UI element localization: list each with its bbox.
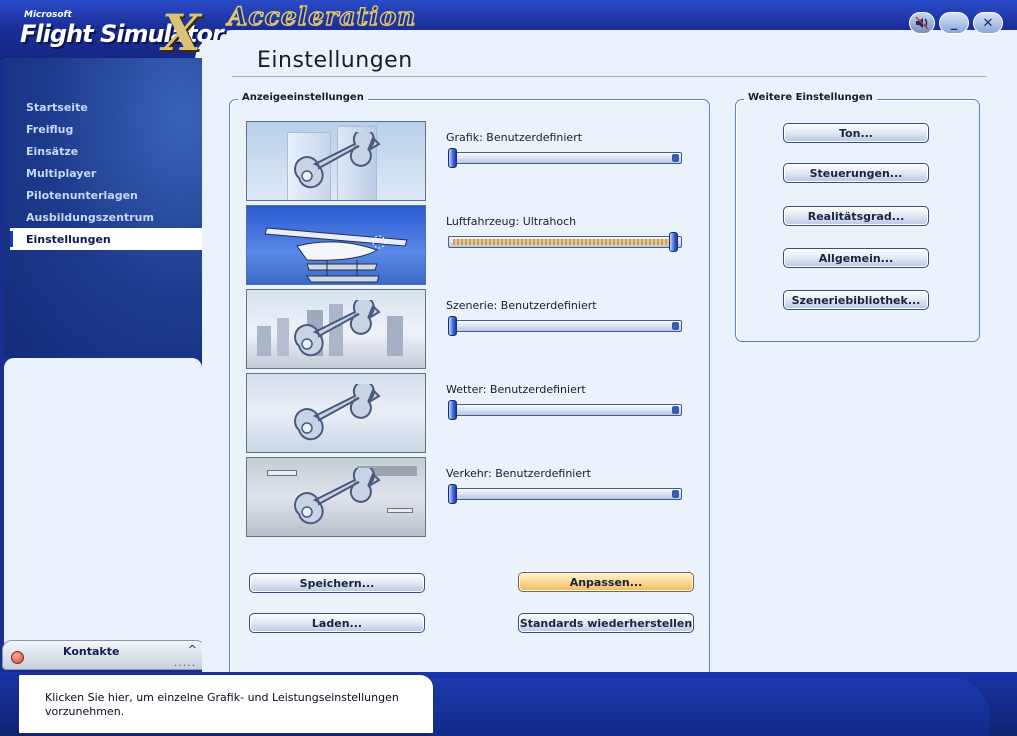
seaplane-icon [264, 227, 408, 283]
contacts-label: Kontakte [63, 645, 120, 658]
sidebar-item-freiflug[interactable]: Freiflug [4, 118, 202, 140]
slider-thumb[interactable] [669, 232, 678, 252]
sidebar-item-startseite[interactable]: Startseite [4, 96, 202, 118]
sidebar-item-multiplayer[interactable]: Multiplayer [4, 162, 202, 184]
app-logo: Microsoft Flight Simulator X [12, 3, 224, 62]
slider-end-marker [672, 490, 679, 498]
more-settings-legend: Weitere Einstellungen [744, 92, 877, 103]
slider-fill [453, 239, 672, 245]
window-controls: _ ✕ [909, 10, 1003, 36]
wrench-icon [294, 132, 381, 189]
sidebar-item-einstellungen[interactable]: Einstellungen [10, 228, 202, 250]
traffic-thumbnail [246, 457, 426, 537]
display-settings-legend: Anzeigeeinstellungen [238, 92, 368, 103]
slider-end-marker [672, 322, 679, 330]
aircraft-thumbnail [246, 205, 426, 285]
load-button[interactable]: Laden... [249, 613, 425, 633]
page-title: Einstellungen [257, 48, 413, 73]
scenery-slider[interactable] [448, 316, 682, 336]
edition-title: Acceleration [227, 1, 417, 32]
minimize-button[interactable]: _ [939, 12, 969, 34]
slider-end-marker [672, 154, 679, 162]
graphics-thumbnail [246, 121, 426, 201]
resize-grip-icon[interactable]: ..... [173, 659, 196, 669]
display-settings-group: Anzeigeeinstellungen Grafik: Benutzerdef… [229, 92, 710, 689]
logo-microsoft: Microsoft [24, 10, 72, 20]
status-indicator-icon [11, 651, 24, 664]
logo-x: X [162, 3, 201, 62]
close-button[interactable]: ✕ [973, 12, 1003, 34]
sidebar-nav: Startseite Freiflug Einsätze Multiplayer… [4, 96, 202, 250]
graphics-slider-label: Grafik: Benutzerdefiniert [446, 131, 583, 144]
weather-slider-label: Wetter: Benutzerdefiniert [446, 383, 586, 396]
bottom-bar-curve [430, 678, 990, 736]
slider-thumb[interactable] [448, 484, 457, 504]
sidebar-item-einsaetze[interactable]: Einsätze [4, 140, 202, 162]
slider-thumb[interactable] [448, 316, 457, 336]
save-button[interactable]: Speichern... [249, 573, 425, 593]
aircraft-slider-label: Luftfahrzeug: Ultrahoch [446, 215, 577, 228]
chevron-up-icon[interactable]: ^ [188, 643, 197, 656]
general-button[interactable]: Allgemein... [783, 248, 929, 268]
help-tip: Klicken Sie hier, um einzelne Grafik- un… [18, 674, 434, 734]
restore-defaults-button[interactable]: Standards wiederherstellen [518, 613, 694, 633]
title-divider [232, 76, 987, 77]
weather-thumbnail [246, 373, 426, 453]
traffic-slider-label: Verkehr: Benutzerdefiniert [446, 467, 591, 480]
more-settings-group: Weitere Einstellungen Ton... Steuerungen… [735, 92, 980, 342]
sidebar-item-ausbildungszentrum[interactable]: Ausbildungszentrum [4, 206, 202, 228]
controls-button[interactable]: Steuerungen... [783, 163, 929, 183]
slider-end-marker [672, 406, 679, 414]
slider-thumb[interactable] [448, 400, 457, 420]
sidebar-item-pilotenunterlagen[interactable]: Pilotenunterlagen [4, 184, 202, 206]
graphics-slider[interactable] [448, 148, 682, 168]
scenery-library-button[interactable]: Szeneriebibliothek... [783, 290, 929, 310]
sidebar-lower-panel [4, 358, 202, 658]
scenery-slider-label: Szenerie: Benutzerdefiniert [446, 299, 597, 312]
main-panel: Einstellungen Anzeigeeinstellungen Grafi… [202, 40, 1017, 689]
traffic-slider[interactable] [448, 484, 682, 504]
sound-button[interactable]: Ton... [783, 123, 929, 143]
wrench-icon [294, 384, 381, 441]
slider-thumb[interactable] [448, 148, 457, 168]
aircraft-slider[interactable] [448, 232, 682, 252]
wrench-icon [294, 468, 381, 525]
wrench-icon [294, 300, 381, 357]
contacts-bar[interactable]: Kontakte ^ ..... [2, 640, 206, 670]
sound-icon[interactable] [909, 12, 935, 34]
scenery-thumbnail [246, 289, 426, 369]
customize-button[interactable]: Anpassen... [518, 572, 694, 592]
realism-button[interactable]: Realitätsgrad... [783, 206, 929, 226]
weather-slider[interactable] [448, 400, 682, 420]
